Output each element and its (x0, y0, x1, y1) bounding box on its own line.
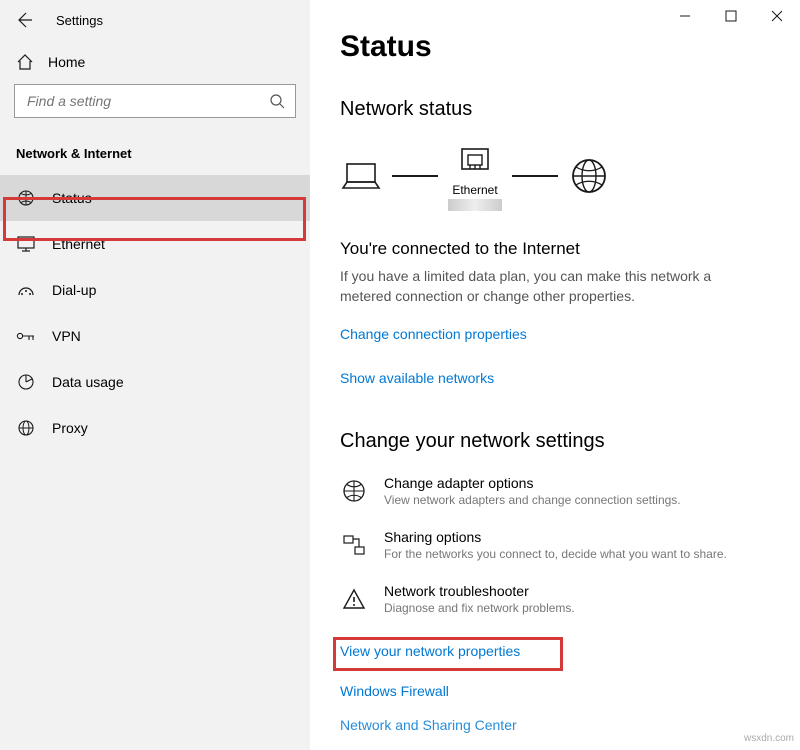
sidebar-item-proxy[interactable]: Proxy (0, 405, 310, 451)
link-windows-firewall[interactable]: Windows Firewall (340, 683, 770, 699)
arrow-left-icon (15, 11, 33, 29)
settings-window: Settings Home Network & Internet Status (0, 0, 800, 750)
option-change-adapter[interactable]: Change adapter options View network adap… (340, 475, 770, 507)
option-desc: Diagnose and fix network problems. (384, 601, 575, 615)
titlebar: Settings (0, 0, 310, 40)
network-status-heading: Network status (340, 98, 770, 121)
change-network-settings-heading: Change your network settings (340, 430, 770, 453)
sidebar: Settings Home Network & Internet Status (0, 0, 310, 750)
search-input[interactable] (25, 92, 269, 110)
vpn-icon (16, 326, 36, 346)
ethernet-icon (454, 141, 496, 179)
dial-icon (16, 280, 36, 300)
connector-line (512, 175, 558, 177)
nav-label: Data usage (52, 374, 124, 390)
close-button[interactable] (754, 0, 800, 32)
sidebar-section-label: Network & Internet (0, 124, 310, 175)
minimize-button[interactable] (662, 0, 708, 32)
page-title: Status (340, 30, 770, 64)
connected-title: You're connected to the Internet (340, 239, 770, 259)
sidebar-item-datausage[interactable]: Data usage (0, 359, 310, 405)
sharing-icon (340, 531, 368, 559)
internet-globe-icon (568, 157, 610, 195)
connected-desc: If you have a limited data plan, you can… (340, 267, 760, 306)
option-title: Change adapter options (384, 475, 681, 491)
globe-grid-icon (340, 477, 368, 505)
option-desc: For the networks you connect to, decide … (384, 547, 727, 561)
option-desc: View network adapters and change connect… (384, 493, 681, 507)
nav-label: Ethernet (52, 236, 105, 252)
link-network-sharing-center[interactable]: Network and Sharing Center (340, 717, 770, 733)
back-button[interactable] (8, 4, 40, 36)
option-troubleshooter[interactable]: Network troubleshooter Diagnose and fix … (340, 583, 770, 615)
globe-icon (16, 418, 36, 438)
sidebar-item-ethernet[interactable]: Ethernet (0, 221, 310, 267)
warning-icon (340, 585, 368, 613)
main-content: Status Network status Ethernet You're co… (310, 0, 800, 750)
window-controls (662, 0, 800, 32)
nav-label: Dial-up (52, 282, 96, 298)
nav-label: Status (52, 190, 92, 206)
network-diagram: Ethernet (340, 141, 770, 211)
diagram-label: Ethernet (452, 183, 497, 197)
home-label: Home (48, 54, 85, 70)
option-title: Network troubleshooter (384, 583, 575, 599)
option-sharing[interactable]: Sharing options For the networks you con… (340, 529, 770, 561)
link-change-connection-properties[interactable]: Change connection properties (340, 326, 770, 342)
sidebar-item-status[interactable]: Status (0, 175, 310, 221)
app-title: Settings (56, 13, 103, 28)
nav-label: Proxy (52, 420, 88, 436)
monitor-icon (16, 234, 36, 254)
diagram-sub-blur (448, 199, 502, 211)
maximize-button[interactable] (708, 0, 754, 32)
laptop-icon (340, 157, 382, 195)
link-show-available-networks[interactable]: Show available networks (340, 370, 770, 386)
connector-line (392, 175, 438, 177)
watermark: wsxdn.com (744, 733, 794, 744)
home-icon (16, 53, 34, 71)
link-view-network-properties[interactable]: View your network properties (340, 637, 770, 665)
sidebar-home[interactable]: Home (0, 40, 310, 84)
nav-label: VPN (52, 328, 81, 344)
globe-grid-icon (16, 188, 36, 208)
search-wrap (0, 84, 310, 124)
ethernet-node: Ethernet (448, 141, 502, 211)
pie-icon (16, 372, 36, 392)
search-icon (269, 93, 285, 109)
sidebar-item-vpn[interactable]: VPN (0, 313, 310, 359)
sidebar-item-dialup[interactable]: Dial-up (0, 267, 310, 313)
search-box[interactable] (14, 84, 296, 118)
option-title: Sharing options (384, 529, 727, 545)
